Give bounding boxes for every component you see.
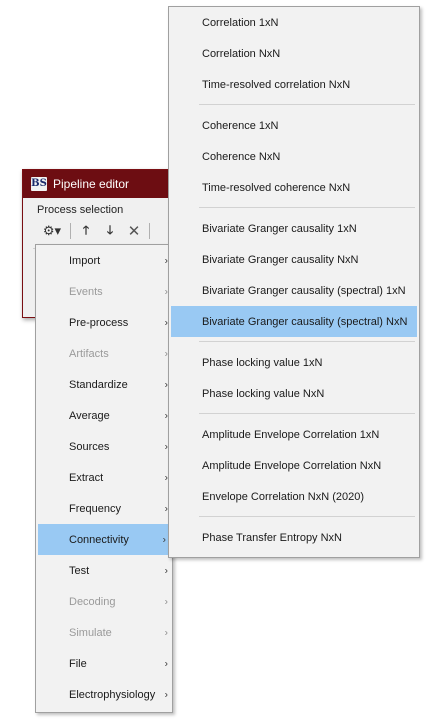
submenu-item-phase-locking-value-nxn[interactable]: Phase locking value NxN <box>169 378 419 409</box>
submenu-item-correlation-1xn[interactable]: Correlation 1xN <box>169 7 419 38</box>
connectivity-submenu: Correlation 1xN Correlation NxN Time-resol… <box>168 6 420 558</box>
menu-separator <box>169 337 419 347</box>
window-title: Pipeline editor <box>53 177 130 191</box>
menu-separator <box>169 409 419 419</box>
menu-item-import[interactable]: Import › <box>36 245 172 276</box>
submenu-item-amplitude-envelope-correlation-1xn[interactable]: Amplitude Envelope Correlation 1xN <box>169 419 419 450</box>
menu-item-label: Decoding <box>69 595 116 608</box>
submenu-item-correlation-nxn[interactable]: Correlation NxN <box>169 38 419 69</box>
delete-icon[interactable]: ✕ <box>122 221 146 241</box>
menu-item-label: Pre-process <box>69 316 129 329</box>
submenu-item-time-resolved-coherence-nxn[interactable]: Time-resolved coherence NxN <box>169 172 419 203</box>
menu-item-artifacts: Artifacts › <box>36 338 172 369</box>
chevron-right-icon: › <box>164 565 168 576</box>
submenu-item-phase-transfer-entropy-nxn[interactable]: Phase Transfer Entropy NxN <box>169 522 419 553</box>
submenu-item-bivariate-granger-causality-nxn[interactable]: Bivariate Granger causality NxN <box>169 244 419 275</box>
menu-item-decoding: Decoding › <box>36 586 172 617</box>
submenu-item-coherence-nxn[interactable]: Coherence NxN <box>169 141 419 172</box>
submenu-item-bivariate-granger-causality-spectral-1xn[interactable]: Bivariate Granger causality (spectral) 1… <box>169 275 419 306</box>
menu-separator <box>169 512 419 522</box>
menu-item-label: Electrophysiology <box>69 688 156 701</box>
toolbar-divider <box>149 223 150 239</box>
process-toolbar: ⚙▾ 🡑 🡓 ✕ <box>37 220 153 242</box>
menu-item-label: Test <box>69 564 90 577</box>
menu-item-label: Extract <box>69 471 104 484</box>
menu-item-label: Import <box>69 254 101 267</box>
process-selection-label: Process selection <box>37 204 124 216</box>
menu-item-events: Events › <box>36 276 172 307</box>
submenu-item-phase-locking-value-1xn[interactable]: Phase locking value 1xN <box>169 347 419 378</box>
title-bar[interactable]: BS Pipeline editor <box>23 170 177 198</box>
app-logo-icon: BS <box>31 177 47 191</box>
menu-item-connectivity[interactable]: Connectivity › <box>38 524 170 555</box>
submenu-item-bivariate-granger-causality-spectral-nxn[interactable]: Bivariate Granger causality (spectral) N… <box>171 306 417 337</box>
menu-separator <box>169 203 419 213</box>
menu-item-electrophysiology[interactable]: Electrophysiology › <box>36 679 172 710</box>
menu-item-label: File <box>69 657 87 670</box>
menu-item-frequency[interactable]: Frequency › <box>36 493 172 524</box>
submenu-item-amplitude-envelope-correlation-nxn[interactable]: Amplitude Envelope Correlation NxN <box>169 450 419 481</box>
menu-item-average[interactable]: Average › <box>36 400 172 431</box>
submenu-item-bivariate-granger-causality-1xn[interactable]: Bivariate Granger causality 1xN <box>169 213 419 244</box>
submenu-item-coherence-1xn[interactable]: Coherence 1xN <box>169 110 419 141</box>
menu-item-label: Average <box>69 409 110 422</box>
submenu-item-time-resolved-correlation-nxn[interactable]: Time-resolved correlation NxN <box>169 69 419 100</box>
move-down-icon[interactable]: 🡓 <box>98 221 122 241</box>
menu-item-label: Connectivity <box>69 533 129 546</box>
gear-dropdown-icon[interactable]: ⚙▾ <box>37 221 67 241</box>
process-category-menu: Import › Events › Pre-process › Artifacts › Stan… <box>35 244 173 713</box>
menu-item-label: Artifacts <box>69 347 109 360</box>
menu-item-label: Events <box>69 285 103 298</box>
menu-item-label: Simulate <box>69 626 112 639</box>
menu-item-simulate: Simulate › <box>36 617 172 648</box>
menu-item-standardize[interactable]: Standardize › <box>36 369 172 400</box>
chevron-right-icon: › <box>164 689 168 700</box>
menu-item-test[interactable]: Test › <box>36 555 172 586</box>
chevron-right-icon: › <box>162 534 166 545</box>
menu-item-label: Frequency <box>69 502 121 515</box>
menu-item-label: Standardize <box>69 378 128 391</box>
menu-item-sources[interactable]: Sources › <box>36 431 172 462</box>
menu-item-extract[interactable]: Extract › <box>36 462 172 493</box>
chevron-right-icon: › <box>164 627 168 638</box>
toolbar-divider <box>70 223 71 239</box>
chevron-right-icon: › <box>164 658 168 669</box>
chevron-right-icon: › <box>164 596 168 607</box>
move-up-icon[interactable]: 🡑 <box>74 221 98 241</box>
menu-item-pre-process[interactable]: Pre-process › <box>36 307 172 338</box>
menu-separator <box>169 100 419 110</box>
submenu-item-envelope-correlation-nxn-2020[interactable]: Envelope Correlation NxN (2020) <box>169 481 419 512</box>
menu-item-file[interactable]: File › <box>36 648 172 679</box>
menu-item-label: Sources <box>69 440 110 453</box>
